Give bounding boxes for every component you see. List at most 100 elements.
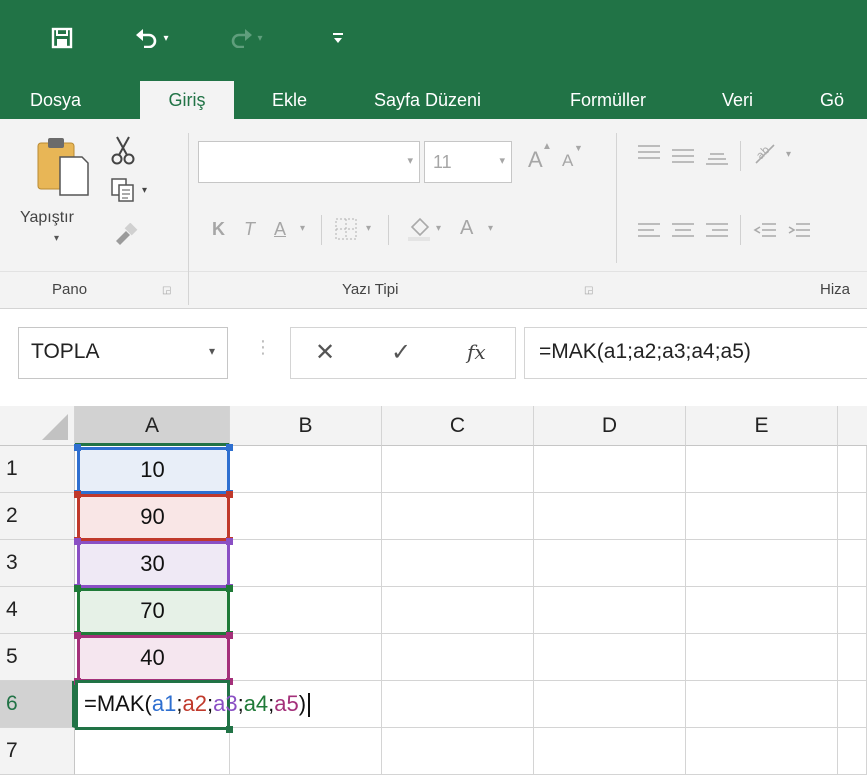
column-header-d[interactable]: D: [534, 406, 686, 446]
italic-button[interactable]: T: [244, 219, 255, 240]
cell-f7[interactable]: [838, 728, 867, 775]
enter-icon[interactable]: ✓: [391, 338, 411, 366]
paste-dropdown-icon[interactable]: ▾: [54, 233, 59, 244]
cell-d5[interactable]: [534, 634, 686, 681]
tab-sayfa-duzeni[interactable]: Sayfa Düzeni: [374, 81, 481, 119]
align-center-icon[interactable]: [670, 221, 696, 241]
decrease-indent-icon[interactable]: [752, 221, 778, 241]
cell-d1[interactable]: [534, 446, 686, 493]
cell-e6[interactable]: [686, 681, 838, 728]
tab-gorunum[interactable]: Gö: [820, 81, 844, 119]
row-header-4[interactable]: 4: [0, 587, 75, 634]
cell-e5[interactable]: [686, 634, 838, 681]
font-size-dropdown-icon[interactable]: ▾: [499, 154, 505, 167]
column-header-b[interactable]: B: [230, 406, 382, 446]
cell-f2[interactable]: [838, 493, 867, 540]
fill-handle-icon[interactable]: [226, 726, 233, 733]
align-middle-icon[interactable]: [670, 145, 696, 165]
cell-b4[interactable]: [230, 587, 382, 634]
cell-b3[interactable]: [230, 540, 382, 587]
cell-d2[interactable]: [534, 493, 686, 540]
shrink-font-button[interactable]: A: [562, 151, 573, 171]
reference-handle-icon[interactable]: [226, 632, 233, 639]
cell-b5[interactable]: [230, 634, 382, 681]
tab-giris[interactable]: Giriş: [140, 81, 234, 119]
fill-color-icon[interactable]: [406, 215, 432, 243]
column-header-e[interactable]: E: [686, 406, 838, 446]
cell-b1[interactable]: [230, 446, 382, 493]
undo-button[interactable]: ▾: [128, 20, 176, 56]
reference-handle-icon[interactable]: [226, 538, 233, 545]
cell-c7[interactable]: [382, 728, 534, 775]
cancel-icon[interactable]: ✕: [315, 338, 335, 366]
save-button[interactable]: [44, 20, 80, 56]
borders-icon[interactable]: [334, 217, 358, 241]
row-header-7[interactable]: 7: [0, 728, 75, 775]
cell-c6[interactable]: [382, 681, 534, 728]
format-painter-icon[interactable]: [112, 223, 138, 245]
align-left-icon[interactable]: [636, 221, 662, 241]
worksheet-grid[interactable]: A B C D E 1 2 3 4 5 6 7 10 90 30 70 40 =MAK(a1;a2;a3…: [0, 406, 867, 782]
redo-button[interactable]: ▾: [222, 20, 270, 56]
tab-dosya[interactable]: Dosya: [20, 81, 130, 119]
cut-icon[interactable]: [110, 135, 136, 165]
align-top-icon[interactable]: [636, 143, 662, 163]
cell-f4[interactable]: [838, 587, 867, 634]
cell-f1[interactable]: [838, 446, 867, 493]
tab-ekle[interactable]: Ekle: [272, 81, 307, 119]
cell-c2[interactable]: [382, 493, 534, 540]
cell-c3[interactable]: [382, 540, 534, 587]
column-header-f[interactable]: [838, 406, 867, 446]
row-header-6[interactable]: 6: [0, 681, 75, 728]
cell-f6[interactable]: [838, 681, 867, 728]
reference-handle-icon[interactable]: [226, 585, 233, 592]
paste-button[interactable]: Yapıştır ▾: [20, 129, 100, 269]
name-box-dropdown-icon[interactable]: ▾: [209, 344, 215, 358]
cell-e4[interactable]: [686, 587, 838, 634]
align-right-icon[interactable]: [704, 221, 730, 241]
cell-d6[interactable]: [534, 681, 686, 728]
cell-e1[interactable]: [686, 446, 838, 493]
orientation-icon[interactable]: ab: [752, 141, 780, 167]
cell-editor-text[interactable]: =MAK(a1;a2;a3;a4;a5): [84, 691, 311, 718]
cell-b7[interactable]: [230, 728, 382, 775]
reference-handle-icon[interactable]: [226, 491, 233, 498]
cell-e3[interactable]: [686, 540, 838, 587]
cell-f5[interactable]: [838, 634, 867, 681]
row-header-5[interactable]: 5: [0, 634, 75, 681]
cell-e2[interactable]: [686, 493, 838, 540]
row-header-1[interactable]: 1: [0, 446, 75, 493]
font-dialog-launcher-icon[interactable]: ◲: [584, 285, 593, 296]
font-name-input[interactable]: ▾: [198, 141, 420, 183]
customize-qat-button[interactable]: [328, 20, 348, 56]
bold-button[interactable]: K: [212, 219, 225, 240]
tab-formuller[interactable]: Formüller: [570, 81, 646, 119]
cell-c4[interactable]: [382, 587, 534, 634]
cell-c1[interactable]: [382, 446, 534, 493]
grow-font-button[interactable]: A: [528, 147, 543, 173]
tab-veri[interactable]: Veri: [722, 81, 753, 119]
cell-e7[interactable]: [686, 728, 838, 775]
cell-c5[interactable]: [382, 634, 534, 681]
insert-function-icon[interactable]: fx: [467, 340, 486, 364]
font-color-button[interactable]: A: [460, 217, 473, 240]
formula-input[interactable]: =MAK(a1;a2;a3;a4;a5): [524, 327, 867, 379]
underline-button[interactable]: A: [274, 219, 286, 240]
cell-d4[interactable]: [534, 587, 686, 634]
cell-a7[interactable]: [75, 728, 230, 775]
row-header-3[interactable]: 3: [0, 540, 75, 587]
row-header-2[interactable]: 2: [0, 493, 75, 540]
borders-dropdown-icon[interactable]: ▾: [366, 223, 371, 234]
cell-f3[interactable]: [838, 540, 867, 587]
underline-dropdown-icon[interactable]: ▾: [300, 223, 305, 234]
orientation-dropdown-icon[interactable]: ▾: [786, 149, 791, 160]
font-name-dropdown-icon[interactable]: ▾: [407, 154, 413, 167]
cell-d3[interactable]: [534, 540, 686, 587]
align-bottom-icon[interactable]: [704, 147, 730, 167]
copy-icon[interactable]: [110, 177, 136, 203]
column-header-c[interactable]: C: [382, 406, 534, 446]
clipboard-dialog-launcher-icon[interactable]: ◲: [162, 285, 171, 296]
font-color-dropdown-icon[interactable]: ▾: [488, 223, 493, 234]
name-box[interactable]: TOPLA ▾: [18, 327, 228, 379]
font-size-input[interactable]: 11 ▾: [424, 141, 512, 183]
